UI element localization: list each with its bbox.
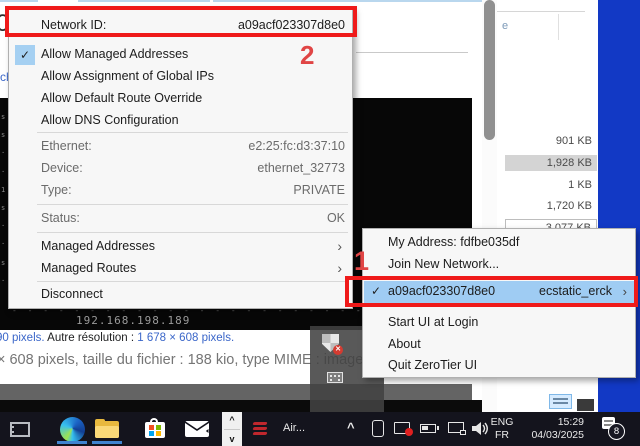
taskbar-scroll-widget[interactable]: ^ v xyxy=(222,412,242,446)
menu-item-about[interactable]: About xyxy=(388,337,421,351)
defender-shield-icon[interactable]: ✕ xyxy=(322,334,339,352)
view-toggle-list-icon[interactable] xyxy=(549,394,572,409)
alt-resolution-link[interactable]: 1 678 × 608 pixels. xyxy=(137,332,234,344)
annotation-number-2: 2 xyxy=(300,40,314,71)
clock-time: 15:29 xyxy=(520,416,584,429)
menu-separator xyxy=(37,204,348,205)
file-size-cell[interactable]: 901 KB xyxy=(505,133,597,149)
browser-tab-edge xyxy=(0,0,38,2)
language-line1: ENG xyxy=(488,416,516,429)
scroll-down-icon[interactable]: v xyxy=(222,425,242,444)
window-gap xyxy=(0,400,497,412)
task-view-icon[interactable] xyxy=(10,422,30,437)
menu-item-start-ui-at-login[interactable]: Start UI at Login xyxy=(388,315,478,329)
explorer-toolbar-line xyxy=(497,11,585,12)
image-resolution-caption: 90 pixels. Autre résolution : 1 678 × 60… xyxy=(0,332,234,344)
explorer-active-underline xyxy=(92,441,122,444)
edge-active-underline xyxy=(57,441,87,444)
menu-item-quit[interactable]: Quit ZeroTier UI xyxy=(388,358,477,372)
explorer-column-separator[interactable] xyxy=(558,14,559,40)
submenu-arrow-icon: › xyxy=(337,261,342,275)
tray-chevron-icon[interactable]: ^ xyxy=(347,420,355,435)
file-size-cell[interactable]: 1,720 KB xyxy=(505,198,597,214)
menu-item-join-network[interactable]: Join New Network... xyxy=(388,257,499,271)
mail-icon[interactable] xyxy=(185,421,209,437)
menu-item-my-address: My Address: fdfbe035df xyxy=(388,235,519,249)
scroll-up-icon[interactable]: ^ xyxy=(222,412,242,425)
submenu-arrow-icon: › xyxy=(337,239,342,253)
network-tray-icon[interactable] xyxy=(448,422,464,433)
notification-badge[interactable]: 8 xyxy=(608,423,625,440)
air-app-label[interactable]: Air... xyxy=(283,422,305,434)
annotation-number-1: 1 xyxy=(354,246,369,277)
file-size-cell-selected[interactable]: 1,928 KB xyxy=(505,155,597,171)
language-line2: FR xyxy=(488,429,516,442)
microsoft-store-icon[interactable] xyxy=(145,422,165,438)
scrollbar-thumb[interactable] xyxy=(484,0,495,140)
page-divider xyxy=(356,52,468,53)
menu-separator xyxy=(37,281,348,282)
annotation-box-1 xyxy=(345,276,638,307)
annotation-box-2 xyxy=(5,6,357,37)
file-size-cell[interactable]: 1 KB xyxy=(505,177,597,193)
screen: 0 ch s s · · 1 s · · s · - - - - - - - -… xyxy=(0,0,640,446)
terminal-ip-address: 192.168.198.189 xyxy=(76,314,190,327)
clock-date: 04/03/2025 xyxy=(520,429,584,442)
battery-tray-icon[interactable] xyxy=(420,424,436,433)
recorder-tray-icon[interactable] xyxy=(394,422,410,434)
browser-tab-edge xyxy=(213,0,497,2)
menu-separator xyxy=(37,232,348,233)
phone-tray-icon[interactable] xyxy=(372,420,384,437)
browser-tab-edge xyxy=(78,0,210,2)
air-app-icon[interactable] xyxy=(253,421,269,437)
touch-keyboard-icon[interactable] xyxy=(327,372,343,383)
clock[interactable]: 15:29 04/03/2025 xyxy=(520,416,584,442)
explorer-column-header-fragment[interactable]: e xyxy=(502,20,508,32)
checkmark-icon[interactable]: ✓ xyxy=(15,45,35,65)
browser-bottom-bar xyxy=(0,384,472,400)
language-indicator[interactable]: ENG FR xyxy=(488,416,516,442)
resolution-link[interactable]: 90 pixels. xyxy=(0,332,45,344)
edge-browser-icon[interactable] xyxy=(60,417,85,442)
taskbar: ^ v Air... ^ ENG FR 15:29 04/03/2025 8 xyxy=(0,412,640,446)
file-explorer-icon[interactable] xyxy=(95,421,119,438)
view-toggle-thumb-icon[interactable] xyxy=(577,399,594,411)
menu-separator xyxy=(37,132,348,133)
